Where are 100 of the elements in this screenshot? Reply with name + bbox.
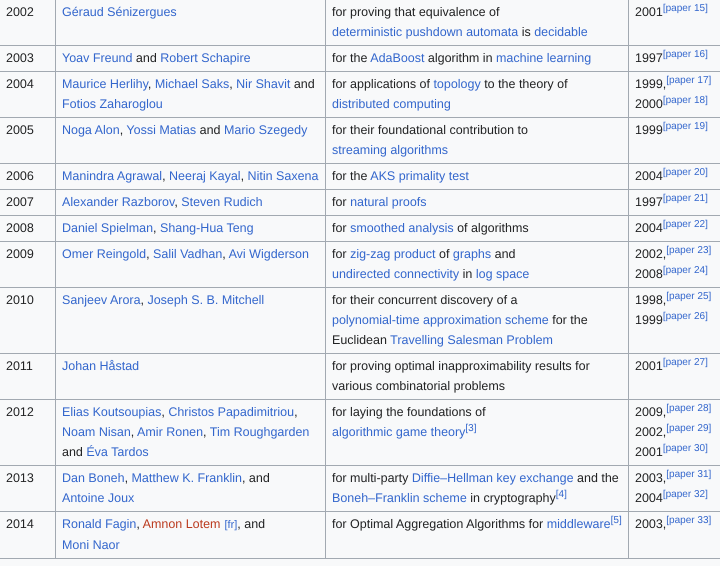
- link[interactable]: Steven Rudich: [181, 195, 263, 209]
- link[interactable]: Manindra Agrawal: [62, 169, 162, 183]
- link[interactable]: Moni Naor: [62, 538, 120, 552]
- footnote-link[interactable]: [3]: [465, 422, 477, 434]
- recipients-text: Elias Koutsoupias, Christos Papadimitriou, Noam Nisan, Amir Ronen, Tim Roughgarden and Éva Tardos: [62, 404, 310, 461]
- footnote-link[interactable]: [paper 27]: [662, 356, 708, 368]
- link[interactable]: streaming algorithms: [332, 143, 448, 157]
- footnote-link[interactable]: [paper 17]: [666, 74, 712, 86]
- link[interactable]: middleware: [546, 517, 611, 531]
- footnote-link[interactable]: [paper 24]: [662, 264, 708, 276]
- link[interactable]: decidable: [534, 25, 588, 39]
- footnote-link[interactable]: [4]: [556, 488, 567, 500]
- paper-year: 2003,: [635, 517, 666, 531]
- rationale-text: for the AKS primality test: [332, 168, 470, 185]
- link[interactable]: Noam Nisan: [62, 425, 131, 439]
- paper-year: 2009,: [635, 405, 666, 419]
- paper-year: 1999: [635, 313, 663, 327]
- link[interactable]: Maurice Herlihy: [62, 77, 148, 91]
- link[interactable]: log space: [476, 267, 530, 281]
- footnote-link[interactable]: [5]: [610, 514, 622, 526]
- paper-year: 2001: [635, 5, 663, 19]
- paper-year: 2003,: [635, 471, 666, 485]
- link[interactable]: Avi Wigderson: [228, 247, 309, 261]
- link[interactable]: polynomial-time approximation scheme: [332, 313, 549, 327]
- rationale-text: for applications of topology to the theory of distributed computing: [332, 76, 569, 113]
- paper-year: 2008: [635, 267, 663, 281]
- link[interactable]: Michael Saks: [154, 77, 230, 91]
- year-text: 2002: [6, 5, 34, 19]
- link[interactable]: Christos Papadimitriou: [168, 405, 294, 419]
- footnote-link[interactable]: [paper 21]: [662, 192, 708, 204]
- link[interactable]: Boneh–Franklin scheme: [332, 491, 467, 505]
- link[interactable]: Robert Schapire: [160, 51, 251, 65]
- link[interactable]: graphs: [452, 247, 492, 261]
- link[interactable]: Mario Szegedy: [224, 123, 308, 137]
- footnote-link[interactable]: [paper 19]: [662, 120, 708, 132]
- footnote-link[interactable]: [paper 33]: [666, 514, 712, 526]
- link[interactable]: Matthew K. Franklin: [132, 471, 242, 485]
- link[interactable]: Yossi Matias: [126, 123, 196, 137]
- link[interactable]: Fotios Zaharoglou: [62, 97, 163, 111]
- footnote-link[interactable]: [paper 31]: [666, 468, 712, 480]
- link[interactable]: Joseph S. B. Mitchell: [147, 293, 264, 307]
- footnote-link[interactable]: [paper 32]: [662, 488, 708, 500]
- link[interactable]: Nir Shavit: [236, 77, 290, 91]
- rationale-text: for their concurrent discovery of a polynomial-time approximation scheme for the Euclidean Travelling Salesman Problem: [332, 292, 589, 349]
- link[interactable]: Johan Håstad: [62, 359, 140, 373]
- year-text: 2006: [6, 169, 34, 183]
- link[interactable]: distributed computing: [332, 97, 451, 111]
- missing-article-link[interactable]: Amnon Lotem: [142, 517, 220, 531]
- link[interactable]: Nitin Saxena: [248, 169, 318, 183]
- link[interactable]: undirected connectivity: [332, 267, 460, 281]
- link[interactable]: Shang-Hua Teng: [160, 221, 254, 235]
- link[interactable]: Neeraj Kayal: [169, 169, 241, 183]
- paper-year: 2002,: [635, 247, 666, 261]
- recipients-text: Maurice Herlihy, Michael Saks, Nir Shavit and Fotios Zaharoglou: [62, 76, 316, 113]
- link[interactable]: Diffie–Hellman key exchange: [412, 471, 574, 485]
- link[interactable]: Dan Boneh: [62, 471, 125, 485]
- link[interactable]: Yoav Freund: [62, 51, 132, 65]
- paper-year: 2002,: [635, 425, 666, 439]
- link[interactable]: topology: [433, 77, 481, 91]
- link[interactable]: deterministic pushdown automata: [332, 25, 518, 39]
- link[interactable]: Ronald Fagin: [62, 517, 136, 531]
- link[interactable]: Éva Tardos: [86, 445, 149, 459]
- recipients-text: Ronald Fagin, Amnon Lotem [fr], and Moni Naor: [62, 516, 266, 554]
- link[interactable]: Noga Alon: [62, 123, 120, 137]
- link[interactable]: Travelling Salesman Problem: [390, 333, 553, 347]
- rationale-text: for zig-zag product of graphs and undirected connectivity in log space: [332, 246, 530, 283]
- link[interactable]: Salil Vadhan: [153, 247, 222, 261]
- footnote-link[interactable]: [paper 30]: [662, 442, 708, 454]
- footnote-link[interactable]: [paper 28]: [666, 402, 712, 414]
- recipients-text: Yoav Freund and Robert Schapire: [62, 50, 252, 67]
- link[interactable]: smoothed analysis: [350, 221, 454, 235]
- link[interactable]: machine learning: [496, 51, 592, 65]
- paper-year: 1999,: [635, 77, 666, 91]
- footnote-link[interactable]: [paper 22]: [662, 218, 708, 230]
- link[interactable]: Amir Ronen: [137, 425, 204, 439]
- paper-year: 2000: [635, 97, 663, 111]
- link[interactable]: AdaBoost: [370, 51, 424, 65]
- footnote-link[interactable]: [paper 20]: [662, 166, 708, 178]
- link[interactable]: Tim Roughgarden: [210, 425, 310, 439]
- link[interactable]: zig-zag product: [350, 247, 436, 261]
- footnote-link[interactable]: [paper 25]: [666, 290, 712, 302]
- rationale-text: for proving that equivalence of deterministic pushdown automata is decidable: [332, 4, 589, 41]
- link[interactable]: Alexander Razborov: [62, 195, 174, 209]
- footnote-link[interactable]: [paper 18]: [662, 94, 708, 106]
- link[interactable]: Antoine Joux: [62, 491, 134, 505]
- link[interactable]: Géraud Sénizergues: [62, 5, 177, 19]
- link[interactable]: Elias Koutsoupias: [62, 405, 162, 419]
- footnote-link[interactable]: [paper 15]: [662, 2, 708, 14]
- link[interactable]: algorithmic game theory: [332, 425, 466, 439]
- footnote-link[interactable]: [paper 16]: [662, 48, 708, 60]
- link[interactable]: Daniel Spielman: [62, 221, 154, 235]
- link[interactable]: Omer Reingold: [62, 247, 146, 261]
- footnote-link[interactable]: [paper 29]: [666, 422, 712, 434]
- footnote-link[interactable]: [paper 23]: [666, 244, 712, 256]
- language-link[interactable]: [fr]: [224, 519, 238, 531]
- footnote-link[interactable]: [paper 26]: [662, 310, 708, 322]
- link[interactable]: natural proofs: [350, 195, 426, 209]
- rationale-text: for natural proofs: [332, 194, 428, 211]
- link[interactable]: AKS primality test: [370, 169, 469, 183]
- link[interactable]: Sanjeev Arora: [62, 293, 141, 307]
